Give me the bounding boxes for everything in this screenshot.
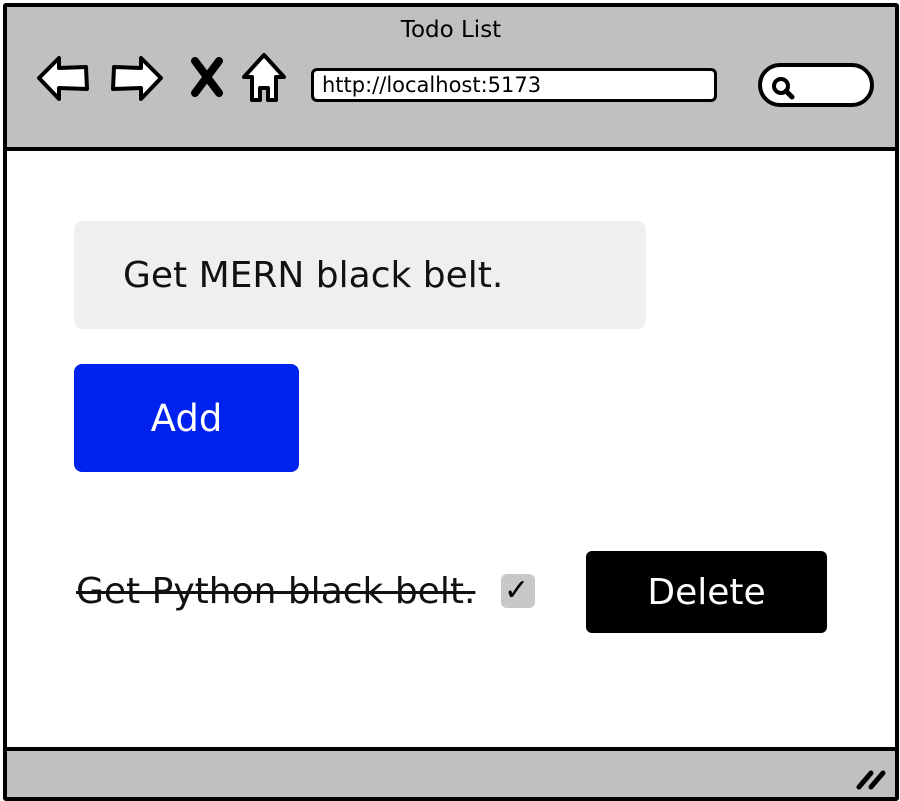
home-icon[interactable]	[239, 51, 289, 109]
search-icon	[772, 77, 795, 100]
back-arrow-icon[interactable]	[35, 53, 91, 107]
forward-arrow-icon[interactable]	[109, 53, 167, 107]
browser-toolbar: Todo List http://localhost:5173	[7, 7, 895, 151]
todo-complete-checkbox[interactable]: ✓	[501, 573, 535, 608]
stop-icon[interactable]	[189, 57, 225, 101]
resize-grip-icon[interactable]	[855, 767, 889, 795]
todo-item-text: Get Python black belt.	[76, 571, 476, 612]
todo-item: Get Python black belt. ✓ Delete	[74, 551, 834, 635]
status-bar	[7, 747, 895, 797]
search-box[interactable]	[758, 63, 874, 107]
delete-button[interactable]: Delete	[586, 551, 827, 633]
window-title: Todo List	[400, 17, 502, 43]
add-button[interactable]: Add	[74, 364, 299, 472]
url-bar[interactable]: http://localhost:5173	[311, 68, 717, 102]
page-content: Add Get Python black belt. ✓ Delete	[7, 151, 895, 743]
new-todo-input[interactable]	[74, 221, 646, 329]
browser-window: Todo List http://localhost:5173 Get MERN…	[3, 3, 899, 801]
checkmark-icon: ✓	[504, 573, 530, 608]
